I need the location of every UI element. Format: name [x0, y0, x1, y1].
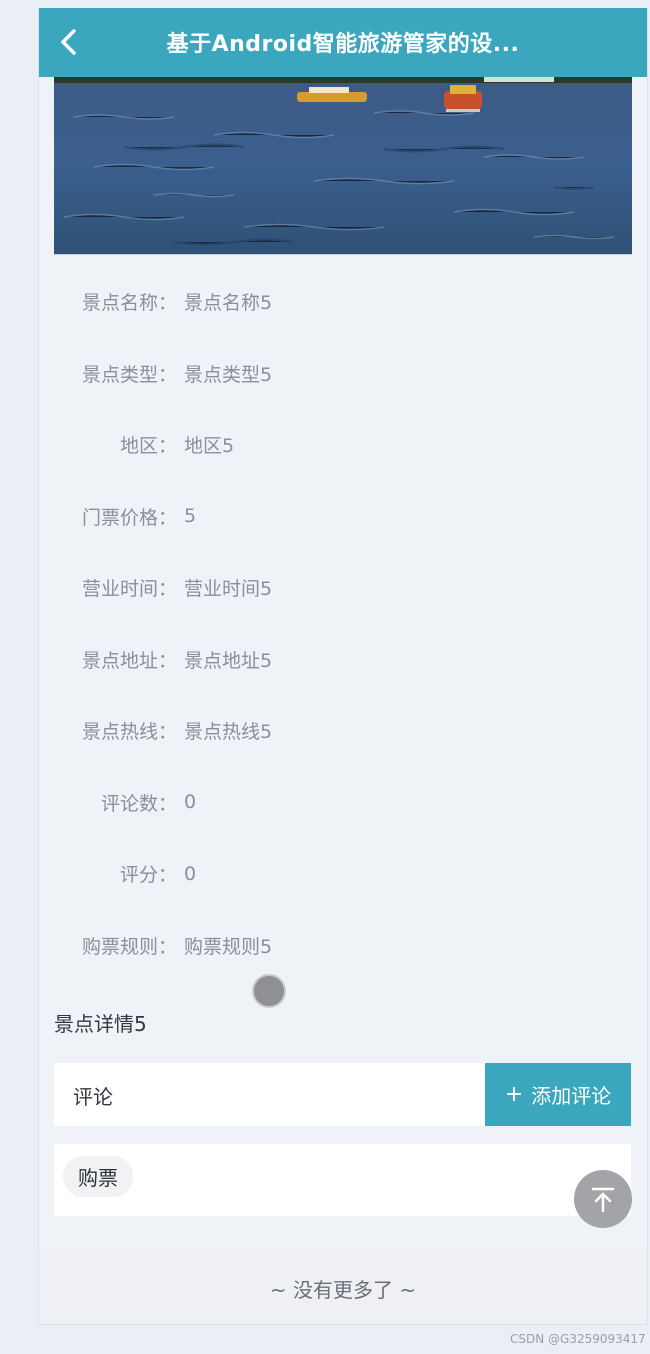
detail-label: 景点类型	[81, 363, 158, 386]
plus-icon: +	[504, 1082, 524, 1107]
detail-colon: ：	[158, 363, 178, 386]
arrow-up-to-top-icon	[591, 1187, 615, 1213]
ticket-section: 购票	[54, 1144, 631, 1216]
detail-label: 地区	[119, 435, 158, 458]
detail-colon: ：	[158, 435, 178, 458]
detail-row-ticket-rules: 购票规则 ： 购票规则5	[54, 910, 632, 982]
buy-ticket-button[interactable]: 购票	[63, 1156, 133, 1197]
comment-section: 评论 + 添加评论	[54, 1063, 631, 1126]
detail-value: 景点名称5	[184, 292, 273, 315]
detail-label: 评分	[119, 864, 158, 887]
watermark: CSDN @G3259093417	[510, 1332, 646, 1346]
loading-indicator	[252, 974, 286, 1008]
page-title: 基于Android智能旅游管家的设...	[166, 32, 520, 57]
scenic-spot-photo	[54, 77, 632, 255]
top-app-bar: 基于Android智能旅游管家的设...	[39, 8, 647, 77]
detail-label: 门票价格	[81, 506, 158, 529]
spot-details-list: 景点名称 ： 景点名称5 景点类型 ： 景点类型5 地区 ： 地区5 门票价格 …	[54, 266, 632, 981]
detail-label: 评论数	[100, 792, 158, 815]
detail-value: 景点类型5	[184, 363, 273, 386]
detail-label: 购票规则	[81, 935, 158, 958]
detail-label: 景点热线	[81, 721, 158, 744]
detail-value: 景点地址5	[184, 649, 273, 672]
detail-value: 0	[184, 791, 197, 814]
detail-colon: ：	[158, 935, 178, 958]
detail-colon: ：	[158, 864, 178, 887]
detail-row-name: 景点名称 ： 景点名称5	[54, 266, 632, 338]
detail-row-type: 景点类型 ： 景点类型5	[54, 338, 632, 410]
list-footer: ~ 没有更多了 ~	[39, 1248, 647, 1324]
add-comment-button[interactable]: + 添加评论	[485, 1063, 631, 1126]
detail-row-comment-count: 评论数 ： 0	[54, 767, 632, 839]
detail-value: 景点热线5	[184, 721, 273, 744]
no-more-text: ~ 没有更多了 ~	[269, 1278, 417, 1302]
detail-value: 0	[184, 862, 197, 885]
detail-row-hotline: 景点热线 ： 景点热线5	[54, 695, 632, 767]
detail-value: 5	[184, 505, 197, 528]
detail-colon: ：	[158, 578, 178, 601]
detail-row-hours: 营业时间 ： 营业时间5	[54, 552, 632, 624]
detail-value: 地区5	[184, 435, 235, 458]
detail-value: 营业时间5	[184, 578, 273, 601]
spot-description: 景点详情5	[54, 1012, 147, 1036]
detail-colon: ：	[158, 721, 178, 744]
comment-label: 评论	[73, 1085, 113, 1109]
detail-colon: ：	[158, 792, 178, 815]
detail-row-price: 门票价格 ： 5	[54, 481, 632, 553]
detail-value: 购票规则5	[184, 935, 273, 958]
detail-row-rating: 评分 ： 0	[54, 838, 632, 910]
detail-label: 景点名称	[81, 292, 158, 315]
phone-screen: 基于Android智能旅游管家的设... 景点名称 ： 景点名称5 景点类型 ：…	[38, 8, 648, 1325]
detail-colon: ：	[158, 292, 178, 315]
back-to-top-button[interactable]	[574, 1170, 632, 1228]
detail-row-region: 地区 ： 地区5	[54, 409, 632, 481]
detail-row-address: 景点地址 ： 景点地址5	[54, 624, 632, 696]
detail-label: 营业时间	[81, 578, 158, 601]
detail-colon: ：	[158, 506, 178, 529]
detail-colon: ：	[158, 649, 178, 672]
detail-label: 景点地址	[81, 649, 158, 672]
add-comment-label: 添加评论	[531, 1084, 612, 1108]
